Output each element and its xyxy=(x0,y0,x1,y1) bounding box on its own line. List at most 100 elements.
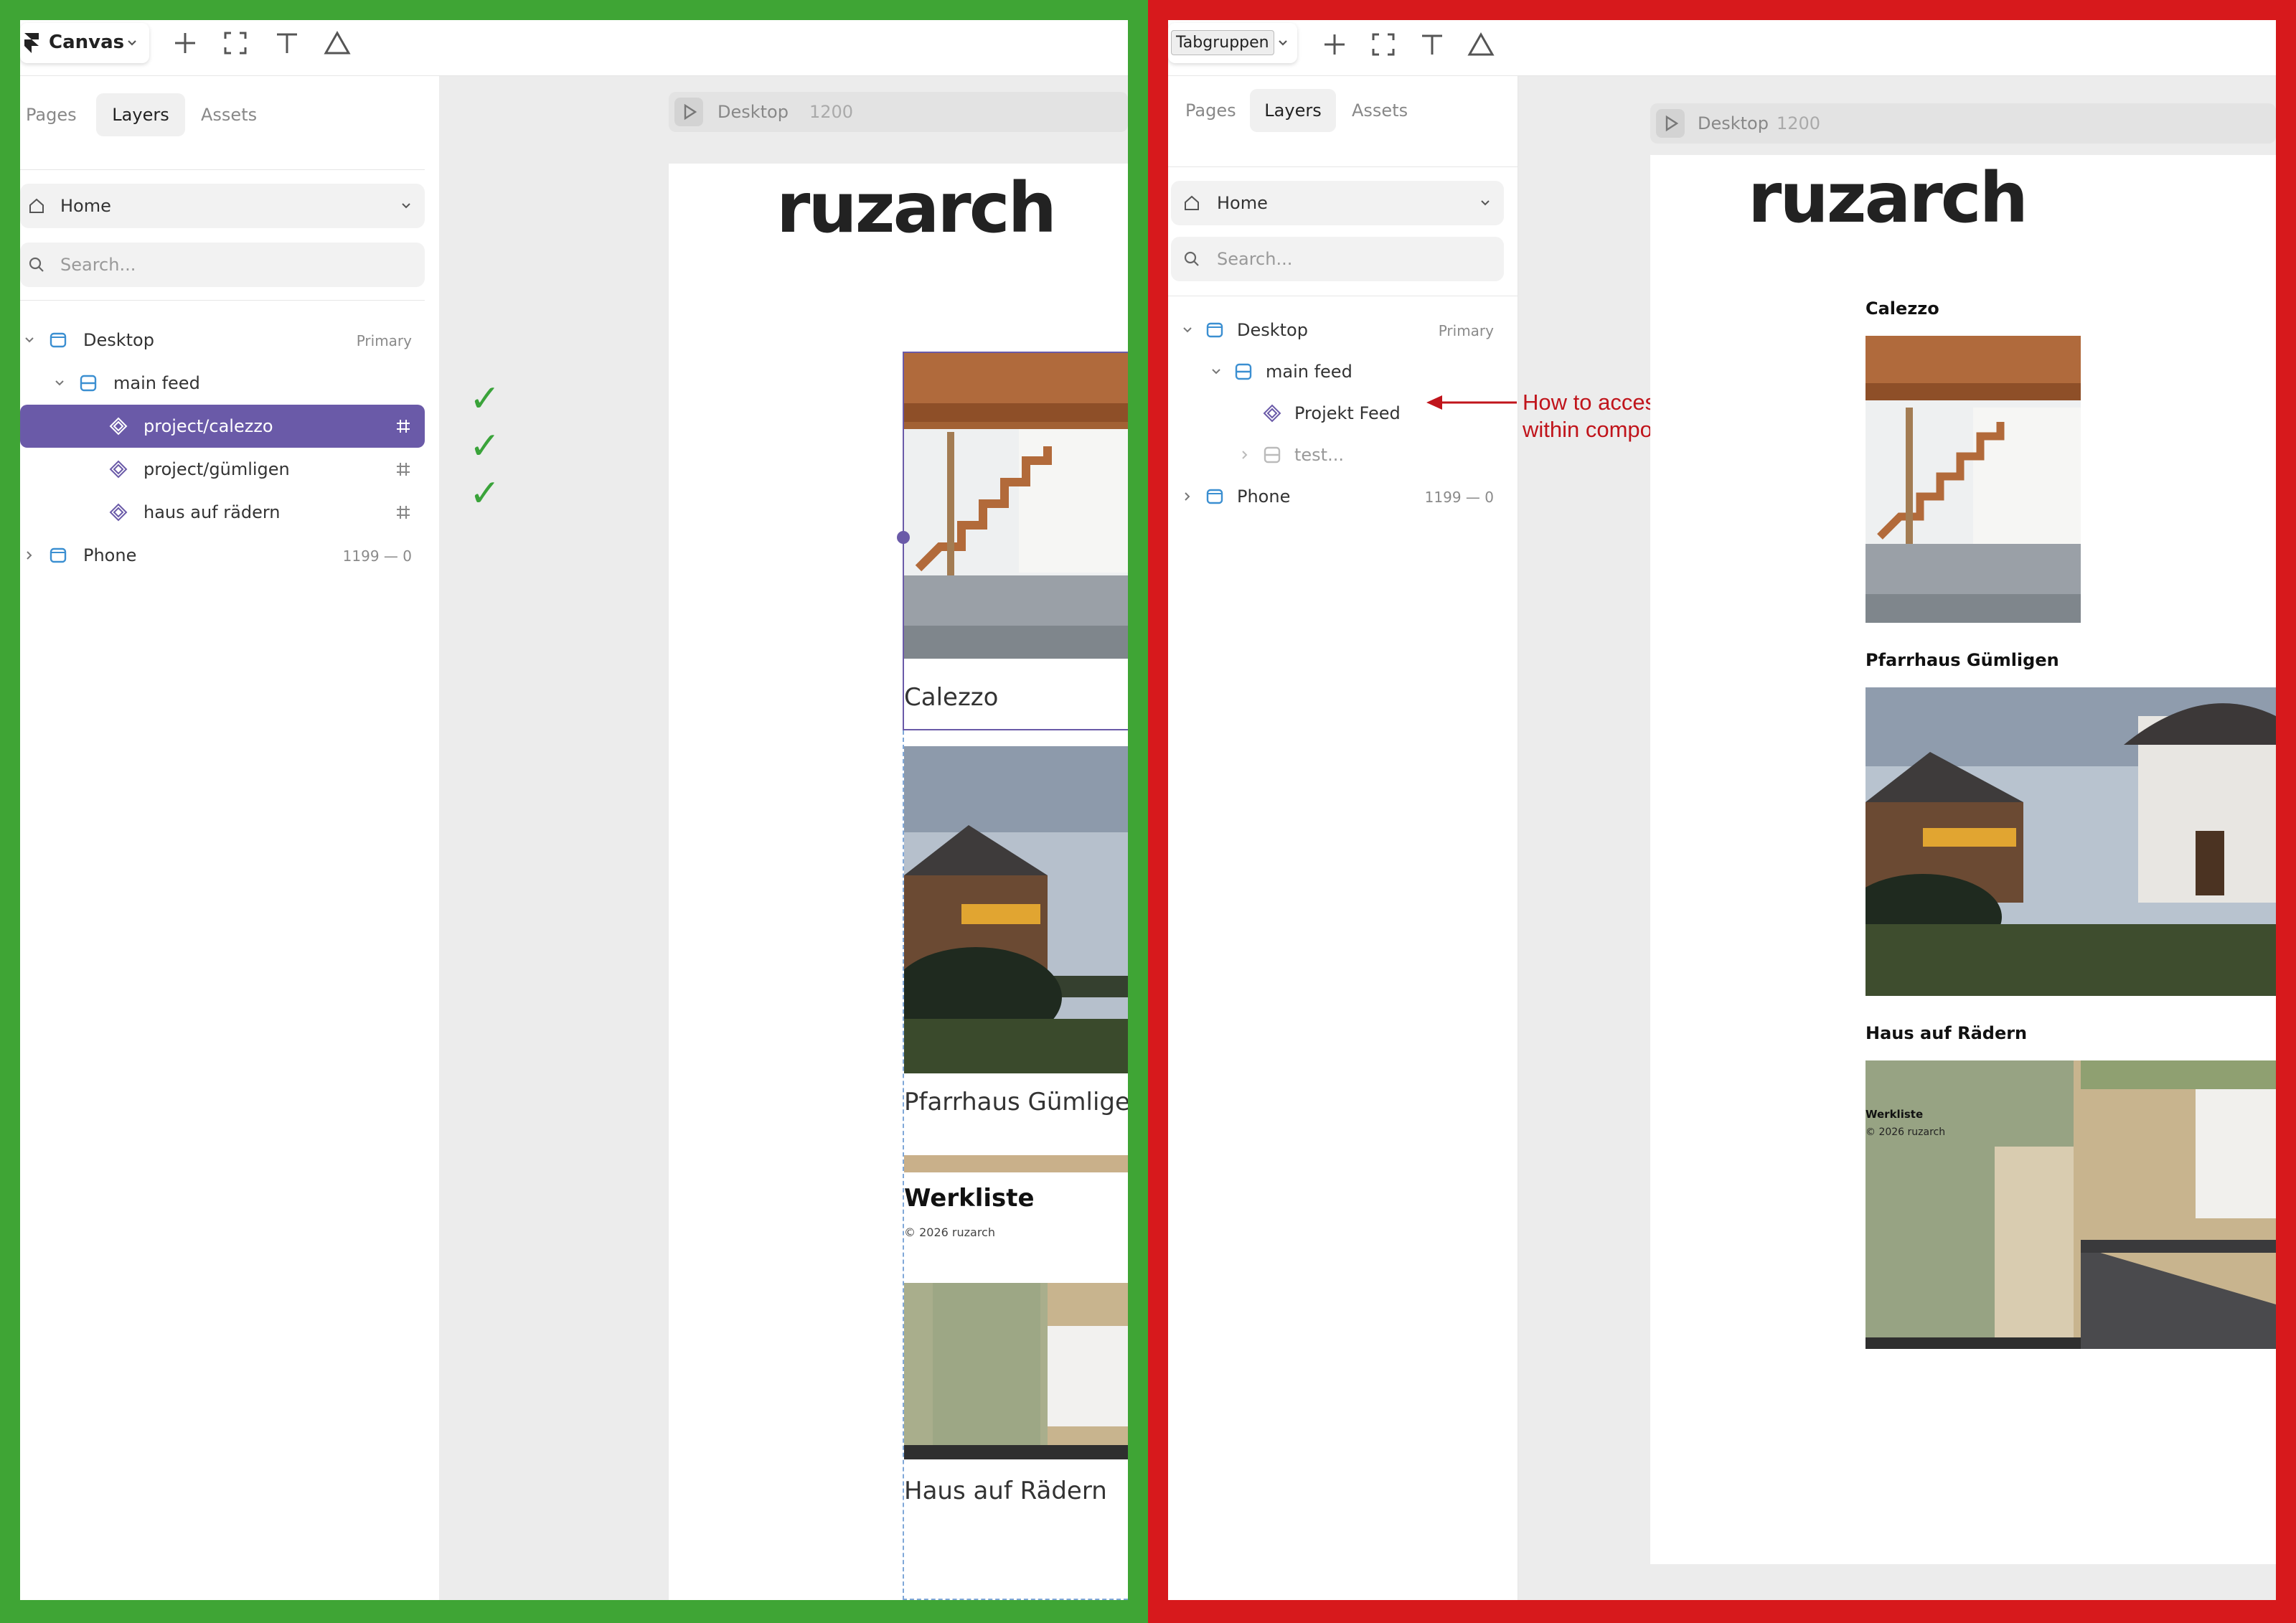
layer-row-desktop[interactable]: Desktop Primary xyxy=(1168,309,1507,352)
card-title: Pfarrhaus Gümlige xyxy=(904,1088,1128,1116)
layer-label: main feed xyxy=(1266,362,1352,382)
frame-icon xyxy=(49,546,67,565)
chevron-down-icon[interactable] xyxy=(1180,322,1195,338)
frame-header[interactable]: Desktop 1200 xyxy=(1650,103,2276,144)
layer-label: Phone xyxy=(1237,486,1291,507)
calezzo-staircase-image xyxy=(1866,336,2081,623)
chevron-right-icon[interactable] xyxy=(1180,489,1195,504)
copyright-overlay-text: © 2026 ruzarch xyxy=(1866,1126,1946,1138)
page-selector-value: Home xyxy=(1217,193,1268,213)
search-input[interactable]: Search... xyxy=(20,243,425,287)
layer-meta: Primary xyxy=(1438,322,1494,339)
calezzo-staircase-image xyxy=(904,353,1128,659)
chevron-down-icon[interactable] xyxy=(1208,364,1224,380)
werkliste-heading: Werkliste xyxy=(904,1184,1035,1213)
project-title: Pfarrhaus Gümligen xyxy=(1866,650,2059,670)
desktop-frame[interactable]: ruzarch Calezzo Pfarrhaus Gümligen Haus … xyxy=(1650,155,2276,1564)
play-icon[interactable] xyxy=(674,98,703,126)
search-input[interactable]: Search... xyxy=(1171,237,1504,281)
chevron-down-icon[interactable] xyxy=(52,375,67,391)
desktop-frame[interactable]: ruzarch Calezzo Pfarrhaus Gümlige Werkli… xyxy=(669,164,1128,1600)
tab-assets[interactable]: Assets xyxy=(201,105,257,125)
scroll-section[interactable]: Pfarrhaus Gümlige Werkliste © 2026 ruzar… xyxy=(903,730,1128,1600)
text-tool-icon[interactable] xyxy=(271,27,303,59)
card-title: Haus auf Rädern xyxy=(904,1477,1107,1505)
chevron-down-icon xyxy=(1276,36,1290,50)
search-placeholder: Search... xyxy=(1217,249,1293,269)
component-icon xyxy=(1263,404,1281,423)
layer-row-test[interactable]: test... xyxy=(1168,433,1507,476)
frame-tool-icon[interactable] xyxy=(1368,29,1399,60)
chevron-down-icon xyxy=(1478,196,1492,210)
text-tool-icon[interactable] xyxy=(1416,29,1448,60)
selection-handle[interactable] xyxy=(897,531,910,544)
search-icon xyxy=(1182,250,1201,268)
layers-sidebar: Pages Layers Assets Home Search... Deskt… xyxy=(20,76,439,1600)
right-toolbar: Tabgruppen xyxy=(1168,20,2276,76)
tab-layers[interactable]: Layers xyxy=(96,93,185,136)
project-title: Haus auf Rädern xyxy=(1866,1023,2028,1043)
frame-header[interactable]: Desktop 1200 xyxy=(669,92,1128,132)
layer-label: Projekt Feed xyxy=(1294,403,1401,423)
layer-meta: 1199 — 0 xyxy=(342,547,412,565)
chevron-down-icon[interactable] xyxy=(22,332,37,348)
play-icon[interactable] xyxy=(1656,109,1685,138)
copyright-text: © 2026 ruzarch xyxy=(904,1226,995,1239)
layer-row-phone[interactable]: Phone 1199 — 0 xyxy=(1168,475,1507,518)
page-selector[interactable]: Home xyxy=(1171,181,1504,225)
project-menu-button[interactable]: Canvas xyxy=(20,23,149,63)
divider xyxy=(20,300,425,301)
tab-pages[interactable]: Pages xyxy=(26,105,77,125)
chevron-right-icon[interactable] xyxy=(22,547,37,563)
project-menu-button[interactable]: Tabgruppen xyxy=(1168,23,1297,63)
frame-tool-icon[interactable] xyxy=(220,27,251,59)
layer-meta: 1199 — 0 xyxy=(1424,489,1494,506)
layer-row-desktop[interactable]: Desktop Primary xyxy=(20,319,425,362)
layer-row-project-calezzo[interactable]: project/calezzo xyxy=(20,405,425,448)
chevron-right-icon[interactable] xyxy=(1237,447,1253,463)
add-icon[interactable] xyxy=(169,27,201,59)
framer-logo-icon xyxy=(23,33,40,53)
tab-pages[interactable]: Pages xyxy=(1185,100,1236,121)
tab-layers[interactable]: Layers xyxy=(1250,89,1336,132)
frame-icon xyxy=(1205,321,1224,339)
annotation-arrow xyxy=(1425,392,1518,413)
layer-row-project-gumligen[interactable]: project/gümligen xyxy=(20,448,425,491)
frame-width: 1200 xyxy=(1777,113,1821,133)
component-icon xyxy=(109,460,128,479)
hash-icon xyxy=(395,418,412,435)
layer-label: project/calezzo xyxy=(144,416,273,436)
layer-row-haus-auf-raedern[interactable]: haus auf rädern xyxy=(20,491,425,534)
layer-row-main-feed[interactable]: main feed xyxy=(20,362,425,405)
checkmark-icon: ✓ xyxy=(469,472,501,515)
pfarrhaus-house-image xyxy=(1866,687,2276,996)
layer-label: Desktop xyxy=(1237,320,1308,340)
haus-auf-raedern-image xyxy=(904,1283,1128,1459)
layer-row-phone[interactable]: Phone 1199 — 0 xyxy=(20,534,425,577)
project-card-calezzo[interactable]: Calezzo xyxy=(897,352,1128,730)
frame-icon xyxy=(1205,487,1224,506)
chevron-down-icon xyxy=(125,36,139,50)
layers-sidebar: Pages Layers Assets Home Search... Deskt… xyxy=(1168,76,1518,1600)
page-selector[interactable]: Home xyxy=(20,184,425,228)
left-panel-green-frame: Canvas Pages Layers Assets Home Search..… xyxy=(0,0,1148,1623)
frame-icon xyxy=(49,331,67,349)
left-screenshot: Canvas Pages Layers Assets Home Search..… xyxy=(20,20,1128,1600)
shape-tool-icon[interactable] xyxy=(321,27,353,59)
chevron-down-icon xyxy=(399,199,413,213)
canvas-area[interactable]: ✓ ✓ ✓ Desktop 1200 ruzarch Calezzo Pfarr… xyxy=(439,76,1128,1600)
layer-meta: Primary xyxy=(356,332,412,349)
site-logo: ruzarch xyxy=(1748,158,2028,238)
canvas-area[interactable]: How to access scroll section within comp… xyxy=(1426,76,2276,1600)
project-name: Tabgruppen xyxy=(1171,30,1274,55)
component-icon xyxy=(109,503,128,522)
shape-tool-icon[interactable] xyxy=(1465,29,1497,60)
layer-row-main-feed[interactable]: main feed xyxy=(1168,350,1507,393)
hash-icon xyxy=(395,504,412,521)
tab-assets[interactable]: Assets xyxy=(1352,100,1408,121)
add-icon[interactable] xyxy=(1319,29,1350,60)
card-title: Calezzo xyxy=(904,683,999,712)
stack-icon xyxy=(1263,446,1281,464)
werkliste-overlay-heading: Werkliste xyxy=(1866,1108,1924,1121)
site-logo: ruzarch xyxy=(776,168,1057,248)
